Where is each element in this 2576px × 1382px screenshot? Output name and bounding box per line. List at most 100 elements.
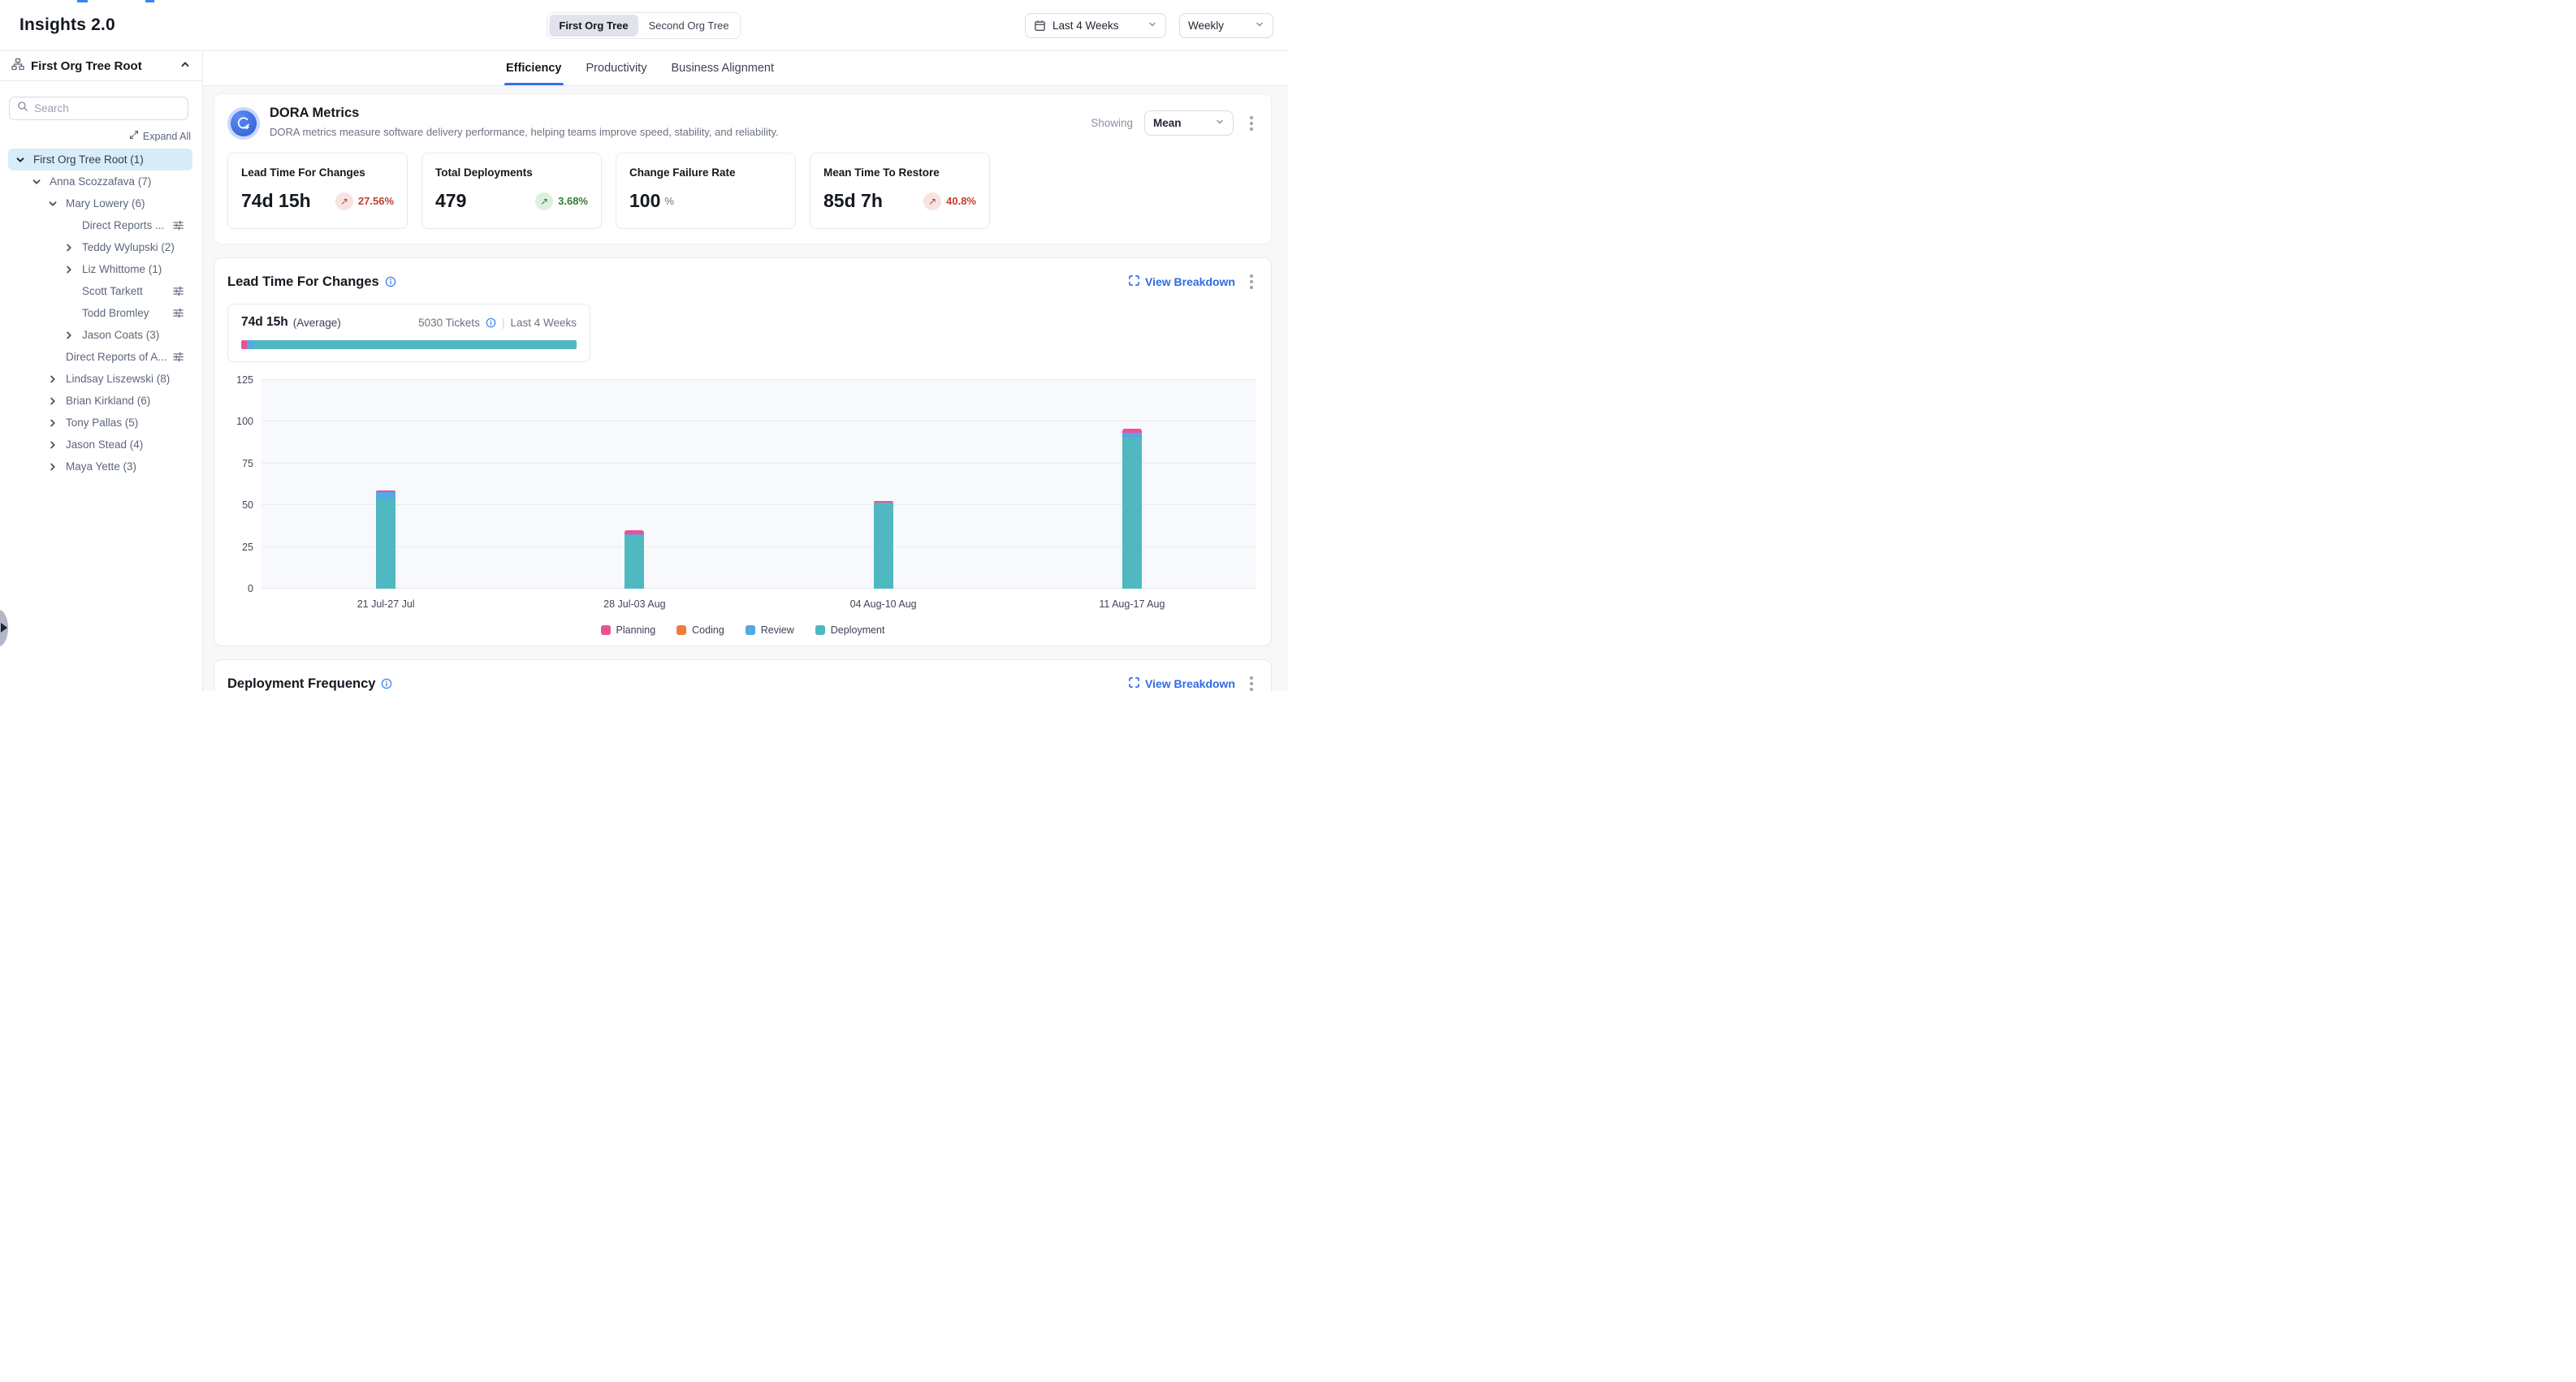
tree-node[interactable]: Maya Yette (3): [8, 456, 192, 477]
chevron-right-icon[interactable]: [63, 330, 75, 341]
bar-11-Aug-17-Aug[interactable]: [1122, 429, 1142, 589]
expand-all-button[interactable]: Expand All: [129, 130, 191, 142]
lead-time-title: Lead Time For Changes: [227, 274, 379, 290]
info-icon[interactable]: [381, 678, 392, 689]
deployment-frequency-title: Deployment Frequency: [227, 676, 375, 692]
stat-value: 479: [435, 190, 466, 212]
tree-node[interactable]: Direct Reports ...: [8, 214, 192, 236]
tree-node-label: Teddy Wylupski (2): [82, 241, 175, 253]
dora-controls: Showing Mean: [1091, 110, 1258, 136]
y-tick-label: 125: [236, 374, 253, 386]
chevron-right-icon[interactable]: [47, 374, 58, 385]
dora-kebab-menu[interactable]: [1245, 113, 1258, 134]
chevron-right-icon[interactable]: [63, 264, 75, 275]
gridline: [261, 546, 1256, 547]
deployment-frequency-section: Deployment Frequency View Breakdown: [214, 659, 1272, 691]
chevron-right-icon[interactable]: [63, 242, 75, 253]
bar-04-Aug-10-Aug[interactable]: [874, 501, 893, 589]
sidebar-title: First Org Tree Root: [31, 59, 142, 73]
bar-21-Jul-27-Jul[interactable]: [376, 490, 395, 589]
tab-efficiency[interactable]: Efficiency: [506, 51, 562, 85]
org-toggle-first-org-tree[interactable]: First Org Tree: [549, 15, 638, 37]
tree-node[interactable]: Brian Kirkland (6): [8, 390, 192, 412]
tree-node[interactable]: Mary Lowery (6): [8, 192, 192, 214]
info-icon[interactable]: [486, 317, 496, 328]
expand-corners-icon: [1129, 275, 1139, 288]
org-toggle-second-org-tree[interactable]: Second Org Tree: [639, 15, 739, 37]
lead-time-chart: 0255075100125 21 Jul-27 Jul28 Jul-03 Aug…: [227, 380, 1258, 589]
stat-title: Lead Time For Changes: [241, 166, 394, 179]
phase-segment-review: [247, 340, 253, 349]
org-tree-toggle: First Org TreeSecond Org Tree: [547, 12, 741, 39]
lead-time-kebab-menu[interactable]: [1245, 271, 1258, 292]
sliders-icon[interactable]: [172, 285, 184, 297]
trend-badge: ↗40.8%: [923, 192, 976, 210]
sliders-icon[interactable]: [172, 351, 184, 363]
legend-item-planning: Planning: [601, 624, 656, 636]
tree-node[interactable]: Scott Tarkett: [8, 280, 192, 302]
tree-node[interactable]: Direct Reports of A...: [8, 346, 192, 368]
view-breakdown-button[interactable]: View Breakdown: [1129, 275, 1235, 288]
stat-title: Mean Time To Restore: [823, 166, 976, 179]
tree-node[interactable]: Lindsay Liszewski (8): [8, 368, 192, 390]
phase-distribution-bar: [241, 340, 577, 349]
bar-segment-deployment: [625, 535, 644, 589]
legend-label: Deployment: [831, 624, 885, 636]
y-tick-label: 75: [242, 458, 253, 469]
sliders-icon[interactable]: [172, 219, 184, 231]
date-range-value: Last 4 Weeks: [1052, 19, 1119, 32]
sidebar-header: First Org Tree Root: [0, 51, 202, 81]
trend-badge: ↗27.56%: [335, 192, 394, 210]
tab-productivity[interactable]: Productivity: [586, 51, 647, 85]
tab-business-alignment[interactable]: Business Alignment: [671, 51, 774, 85]
chevron-right-icon[interactable]: [47, 417, 58, 429]
chevron-down-icon[interactable]: [47, 198, 58, 209]
dora-metrics-icon: [227, 107, 260, 140]
summary-value: 74d 15h: [241, 315, 288, 330]
tree-node[interactable]: Jason Stead (4): [8, 434, 192, 456]
aggregation-select[interactable]: Mean: [1144, 110, 1234, 136]
legend-item-coding: Coding: [676, 624, 724, 636]
tree-node[interactable]: Liz Whittome (1): [8, 258, 192, 280]
tree-node-label: Direct Reports ...: [82, 219, 164, 231]
collapse-tree-chevron-icon[interactable]: [179, 58, 191, 74]
chevron-right-icon[interactable]: [47, 439, 58, 451]
date-range-select[interactable]: Last 4 Weeks: [1025, 13, 1166, 38]
y-axis: 0255075100125: [229, 380, 255, 589]
x-tick-label: 28 Jul-03 Aug: [603, 598, 665, 610]
bar-segment-deployment: [376, 499, 395, 589]
stat-card-lead-time-for-changes: Lead Time For Changes74d 15h↗27.56%: [227, 153, 408, 229]
view-breakdown-button[interactable]: View Breakdown: [1129, 677, 1235, 690]
granularity-select[interactable]: Weekly: [1179, 13, 1273, 38]
chevron-down-icon[interactable]: [31, 176, 42, 188]
tree-node[interactable]: Teddy Wylupski (2): [8, 236, 192, 258]
tickets-count: 5030 Tickets: [418, 317, 480, 329]
deployment-kebab-menu[interactable]: [1245, 673, 1258, 691]
dora-titles: DORA Metrics DORA metrics measure softwa…: [270, 106, 779, 138]
gridline: [261, 463, 1256, 464]
app-title: Insights 2.0: [19, 15, 115, 35]
tree-node[interactable]: Jason Coats (3): [8, 324, 192, 346]
info-icon[interactable]: [385, 276, 396, 287]
bar-28-Jul-03-Aug[interactable]: [625, 530, 644, 589]
tree-node[interactable]: Tony Pallas (5): [8, 412, 192, 434]
trend-percent: 27.56%: [358, 195, 394, 207]
chevron-down-icon[interactable]: [15, 154, 26, 166]
stat-title: Change Failure Rate: [629, 166, 782, 179]
tree-node[interactable]: Anna Scozzafava (7): [8, 171, 192, 192]
tree-search: [9, 97, 188, 120]
tree-node[interactable]: First Org Tree Root (1): [8, 149, 192, 171]
search-input[interactable]: [34, 102, 180, 114]
tree-node-label: First Org Tree Root (1): [33, 153, 144, 166]
trend-up-arrow-icon: ↗: [535, 192, 553, 210]
top-accent-dash: [145, 0, 154, 2]
stat-value: 100: [629, 190, 660, 212]
chevron-right-icon[interactable]: [47, 395, 58, 407]
header-controls: Last 4 Weeks Weekly: [1025, 13, 1273, 38]
dora-stat-cards: Lead Time For Changes74d 15h↗27.56%Total…: [227, 153, 1258, 229]
sliders-icon[interactable]: [172, 307, 184, 319]
view-breakdown-label: View Breakdown: [1145, 275, 1235, 288]
tree-node[interactable]: Todd Bromley: [8, 302, 192, 324]
legend-swatch: [746, 625, 755, 635]
chevron-right-icon[interactable]: [47, 461, 58, 473]
